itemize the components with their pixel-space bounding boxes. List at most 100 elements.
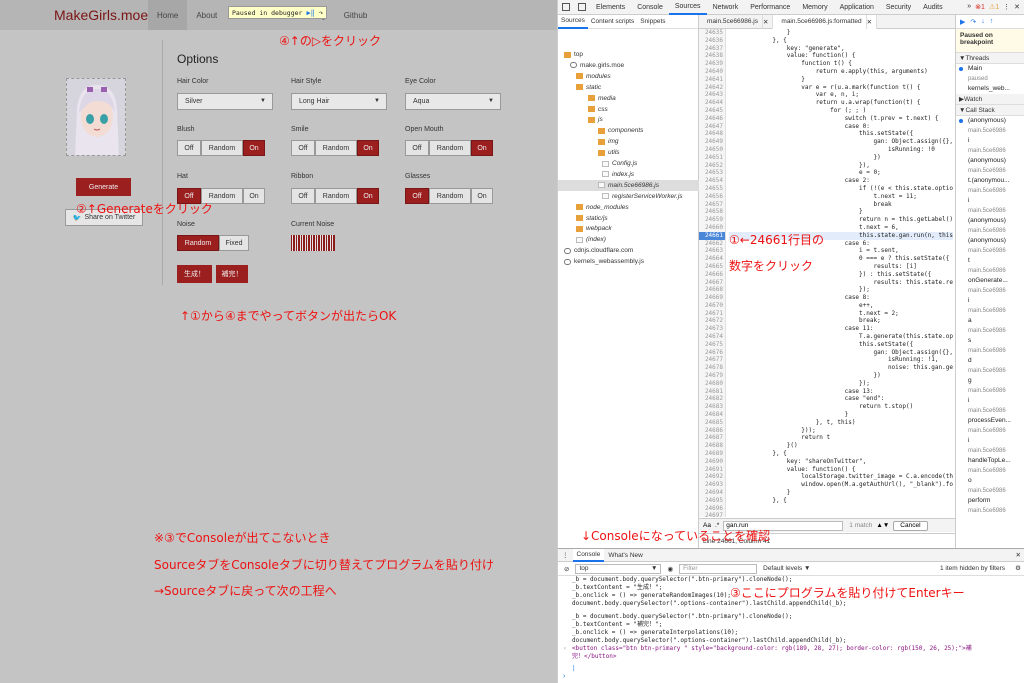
- tree-item[interactable]: static/js: [576, 213, 608, 224]
- code-line[interactable]: for (; ; ): [729, 107, 953, 115]
- code-line[interactable]: });: [729, 380, 953, 388]
- code-line[interactable]: }),: [729, 162, 953, 170]
- line-number[interactable]: 24650: [699, 146, 725, 154]
- line-number[interactable]: 24651: [699, 154, 725, 162]
- line-number[interactable]: 24643: [699, 91, 725, 99]
- code-line[interactable]: var e = r(u.a.mark(function t() {: [729, 84, 953, 92]
- code-line[interactable]: t.next = 11;: [729, 193, 953, 201]
- call-stack-section[interactable]: ▼ Call Stack: [956, 105, 1024, 116]
- line-number[interactable]: 24667: [699, 279, 725, 287]
- call-frame[interactable]: t: [956, 256, 1024, 266]
- menu-icon[interactable]: ⋮: [1003, 3, 1010, 11]
- tree-item[interactable]: main.5ce66986.js: [558, 179, 699, 191]
- line-number[interactable]: 24679: [699, 372, 725, 380]
- call-frame[interactable]: (anonymous): [956, 216, 1024, 226]
- line-number[interactable]: 24647: [699, 123, 725, 131]
- hair-style-select[interactable]: Long Hair ▼: [291, 93, 387, 110]
- line-number[interactable]: 24657: [699, 201, 725, 209]
- line-number[interactable]: 24648: [699, 130, 725, 138]
- code-line[interactable]: isRunning: !1,: [729, 356, 953, 364]
- line-number[interactable]: 24688: [699, 442, 725, 450]
- code-line[interactable]: key: "shareOnTwitter",: [729, 458, 953, 466]
- line-number[interactable]: 24689: [699, 450, 725, 458]
- call-frame[interactable]: (anonymous): [956, 116, 1024, 126]
- code-line[interactable]: case 13:: [729, 388, 953, 396]
- call-frame[interactable]: d: [956, 356, 1024, 366]
- code-line[interactable]: value: function() {: [729, 466, 953, 474]
- tree-item[interactable]: index.js: [602, 169, 634, 180]
- line-number[interactable]: 24637: [699, 45, 725, 53]
- call-frame[interactable]: i: [956, 136, 1024, 146]
- call-frame[interactable]: processEven...: [956, 416, 1024, 426]
- line-number[interactable]: 24649: [699, 138, 725, 146]
- code-line[interactable]: break;: [729, 317, 953, 325]
- code-line[interactable]: }));: [729, 427, 953, 435]
- tree-item[interactable]: modules: [576, 71, 611, 82]
- nav-tab-content-scripts[interactable]: Content scripts: [588, 15, 637, 29]
- line-number[interactable]: 24691: [699, 466, 725, 474]
- code-line[interactable]: }, t, this): [729, 419, 953, 427]
- call-frame[interactable]: g: [956, 376, 1024, 386]
- line-number[interactable]: 24678: [699, 364, 725, 372]
- code-line[interactable]: e = 0;: [729, 169, 953, 177]
- line-number[interactable]: 24684: [699, 411, 725, 419]
- line-number[interactable]: 24635: [699, 29, 725, 37]
- line-number[interactable]: 24658: [699, 208, 725, 216]
- code-line[interactable]: localStorage.twitter_image = C.a.encode(…: [729, 473, 953, 481]
- close-icon[interactable]: ✕: [1014, 3, 1020, 11]
- step-out-icon[interactable]: ↑: [990, 18, 994, 25]
- console-filter-input[interactable]: Filter: [679, 563, 758, 574]
- line-number[interactable]: 24654: [699, 177, 725, 185]
- smile-off[interactable]: Off: [291, 140, 315, 156]
- ribbon-off[interactable]: Off: [291, 188, 315, 204]
- tree-item[interactable]: img: [598, 136, 618, 147]
- line-number[interactable]: 24636: [699, 37, 725, 45]
- line-number[interactable]: 24664: [699, 255, 725, 263]
- call-frame[interactable]: i: [956, 296, 1024, 306]
- nav-tab-snippets[interactable]: Snippets: [637, 15, 668, 29]
- drawer-menu-icon[interactable]: ⋮: [558, 549, 573, 562]
- code-line[interactable]: }: [729, 76, 953, 84]
- tab-security[interactable]: Security: [880, 0, 917, 15]
- hat-on[interactable]: On: [243, 188, 265, 204]
- nav-github[interactable]: Github: [335, 0, 377, 30]
- line-number[interactable]: 24687: [699, 434, 725, 442]
- nav-home[interactable]: Home: [148, 0, 188, 30]
- overflow-tabs-icon[interactable]: »: [967, 3, 971, 11]
- tree-item[interactable]: make.girls.moe: [570, 60, 624, 71]
- prev-match-icon[interactable]: ▲▼: [876, 522, 889, 529]
- tree-item[interactable]: utils: [598, 147, 620, 158]
- code-line[interactable]: }(): [729, 442, 953, 450]
- call-frame[interactable]: i: [956, 436, 1024, 446]
- step-over-icon[interactable]: ↷: [970, 18, 976, 26]
- tab-elements[interactable]: Elements: [590, 0, 631, 15]
- line-number[interactable]: 24683: [699, 403, 725, 411]
- line-number[interactable]: 24680: [699, 380, 725, 388]
- call-frame[interactable]: a: [956, 316, 1024, 326]
- code-line[interactable]: return e.apply(this, arguments): [729, 68, 953, 76]
- code-line[interactable]: [729, 505, 953, 513]
- step-over-icon[interactable]: ↷: [319, 9, 323, 17]
- inspect-icon[interactable]: [562, 3, 570, 11]
- code-line[interactable]: gan: Object.assign({}, t: [729, 138, 953, 146]
- thread-main[interactable]: Main: [956, 64, 1024, 74]
- nav-tab-sources[interactable]: Sources: [558, 15, 588, 29]
- call-frame[interactable]: (anonymous): [956, 156, 1024, 166]
- warning-count-badge[interactable]: ⚠1: [989, 3, 999, 11]
- context-select[interactable]: top ▼: [575, 563, 662, 574]
- code-line[interactable]: e++,: [729, 302, 953, 310]
- drawer-close-icon[interactable]: ✕: [1012, 549, 1024, 562]
- tree-item[interactable]: webpack: [576, 223, 612, 234]
- line-number[interactable]: 24685: [699, 419, 725, 427]
- bulk-generate-button[interactable]: 生成！: [177, 265, 212, 283]
- line-number[interactable]: 24669: [699, 294, 725, 302]
- code-line[interactable]: }: [729, 411, 953, 419]
- blush-random[interactable]: Random: [201, 140, 243, 156]
- line-number[interactable]: 24640: [699, 68, 725, 76]
- code-line[interactable]: }, {: [729, 37, 953, 45]
- nav-about[interactable]: About: [187, 0, 226, 30]
- code-line[interactable]: [729, 512, 953, 517]
- line-number[interactable]: 24653: [699, 169, 725, 177]
- eye-color-select[interactable]: Aqua ▼: [405, 93, 501, 110]
- tree-item[interactable]: cdnjs.cloudflare.com: [564, 245, 633, 256]
